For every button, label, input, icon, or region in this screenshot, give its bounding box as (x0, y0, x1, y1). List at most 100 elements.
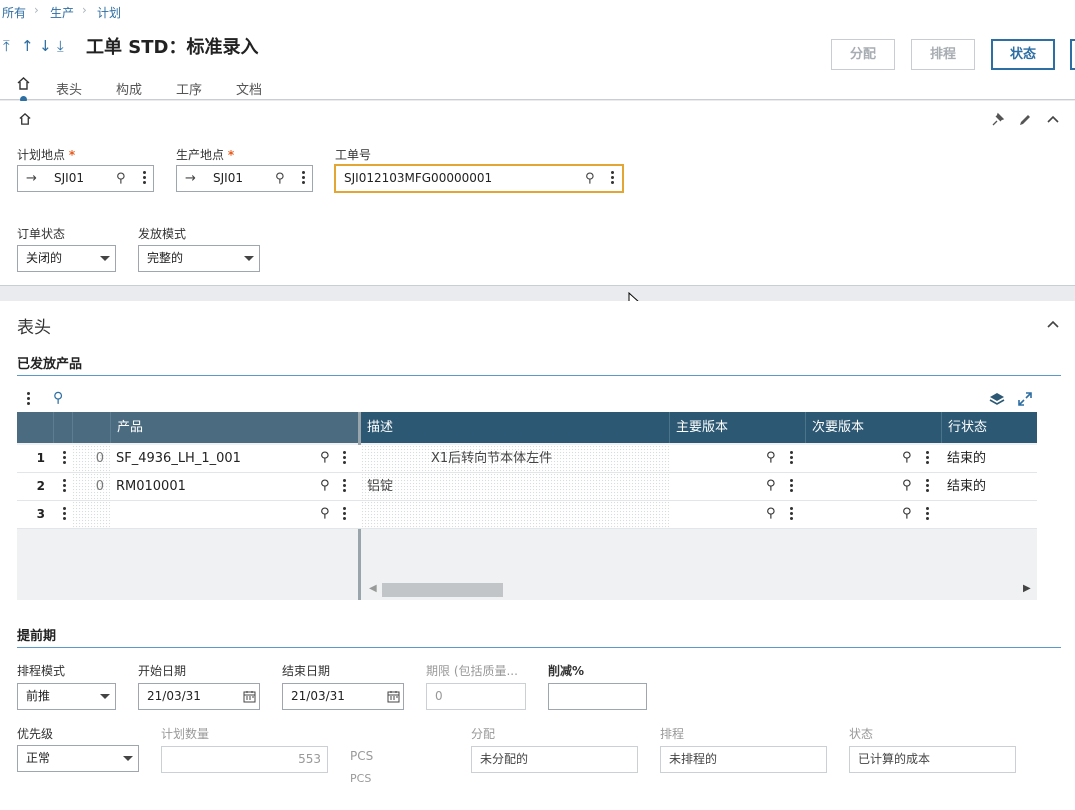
grid-header-num (17, 412, 53, 443)
search-icon[interactable]: ⚲ (585, 166, 595, 191)
more-options-icon[interactable] (790, 451, 793, 466)
row-menu-icon[interactable] (63, 479, 66, 494)
last-record-icon[interactable]: ⤓ (57, 37, 64, 55)
section-title: 表头 (17, 318, 51, 338)
reduction-label: 削减% (548, 664, 585, 678)
row-qty (72, 501, 110, 528)
work-order-label: 工单号 (335, 148, 372, 162)
previous-record-icon[interactable]: ↑ (21, 37, 34, 55)
next-record-icon[interactable]: ↓ (39, 37, 52, 55)
search-icon[interactable]: ⚲ (902, 506, 912, 521)
column-header-product[interactable]: 产品 (110, 412, 358, 443)
chevron-down-icon (244, 256, 254, 261)
home-icon[interactable] (16, 76, 31, 91)
search-icon[interactable]: ⚲ (275, 166, 285, 191)
product-value: SF_4936_LH_1_001 (116, 451, 241, 466)
tab-composition[interactable]: 构成 (116, 79, 142, 98)
released-products-grid: 产品 描述 主要版本 次要版本 行状态 1 0 SF_4936_LH_1_001… (17, 412, 1037, 600)
calendar-icon[interactable] (387, 690, 400, 703)
order-status-select[interactable]: 关闭的 (17, 245, 116, 272)
plan-qty-unit: PCS (350, 749, 374, 763)
release-mode-select[interactable]: 完整的 (138, 245, 260, 272)
layers-icon[interactable] (989, 391, 1005, 407)
chevron-down-icon (100, 694, 110, 699)
plan-site-field[interactable]: → SJI01 ⚲ (17, 165, 154, 192)
prod-site-value: SJI01 (213, 171, 243, 185)
breadcrumb-item-production[interactable]: 生产 (50, 4, 74, 21)
pencil-icon[interactable] (1018, 112, 1033, 127)
search-icon[interactable]: ⚲ (766, 478, 776, 493)
more-options-icon[interactable] (790, 507, 793, 522)
tab-documents[interactable]: 文档 (236, 79, 262, 98)
scroll-left-icon[interactable]: ◀ (369, 583, 377, 594)
column-header-major-version[interactable]: 主要版本 (669, 412, 805, 443)
order-status-label: 订单状态 (17, 227, 66, 241)
arrow-right-icon[interactable]: → (185, 166, 196, 191)
more-options-icon[interactable] (343, 507, 346, 522)
required-marker: * (227, 148, 235, 162)
more-actions-button[interactable] (1070, 39, 1075, 70)
search-icon[interactable]: ⚲ (766, 506, 776, 521)
expand-icon[interactable] (1017, 391, 1033, 407)
scheduling-field: 未排程的 (660, 746, 827, 773)
breadcrumb-item-planning[interactable]: 计划 (97, 4, 121, 21)
priority-select[interactable]: 正常 (17, 745, 139, 772)
sched-mode-select[interactable]: 前推 (17, 683, 116, 710)
search-icon[interactable]: ⚲ (53, 390, 63, 406)
column-header-description[interactable]: 描述 (361, 412, 669, 443)
grid-menu-icon[interactable] (27, 392, 30, 407)
lead-time-title: 提前期 (17, 629, 57, 644)
column-header-line-status[interactable]: 行状态 (941, 412, 1037, 443)
sched-mode-value: 前推 (26, 689, 51, 703)
search-icon[interactable]: ⚲ (902, 478, 912, 493)
more-options-icon[interactable] (611, 171, 614, 186)
table-row[interactable]: 1 0 SF_4936_LH_1_001 ⚲ X1后转向节本体左件 ⚲ ⚲ 结束… (17, 445, 1037, 473)
end-date-field[interactable]: 21/03/31 (282, 683, 404, 710)
first-record-icon[interactable]: ⤒ (3, 37, 10, 55)
table-row[interactable]: 3 ⚲ ⚲ ⚲ (17, 501, 1037, 529)
work-order-field[interactable]: SJI012103MFG00000001 ⚲ (334, 164, 624, 193)
horizontal-scrollbar[interactable]: ◀ ▶ (361, 580, 1037, 600)
table-row[interactable]: 2 0 RM010001 ⚲ 铝锭 ⚲ ⚲ 结束的 (17, 473, 1037, 501)
arrow-right-icon[interactable]: → (26, 166, 37, 191)
more-options-icon[interactable] (926, 507, 929, 522)
search-icon[interactable]: ⚲ (320, 478, 330, 493)
allocate-button[interactable]: 分配 (831, 39, 895, 70)
search-icon[interactable]: ⚲ (116, 166, 126, 191)
row-menu-icon[interactable] (63, 507, 66, 522)
breadcrumb-item-all[interactable]: 所有 (2, 4, 26, 21)
more-options-icon[interactable] (302, 171, 305, 186)
more-options-icon[interactable] (343, 479, 346, 494)
row-menu-icon[interactable] (63, 451, 66, 466)
scroll-right-icon[interactable]: ▶ (1023, 583, 1031, 594)
search-icon[interactable]: ⚲ (766, 450, 776, 465)
calendar-icon[interactable] (243, 690, 256, 703)
line-status-cell: 结束的 (947, 479, 987, 494)
start-date-field[interactable]: 21/03/31 (138, 683, 260, 710)
search-icon[interactable]: ⚲ (902, 450, 912, 465)
status-button[interactable]: 状态 (991, 39, 1055, 70)
chevron-up-icon[interactable] (1046, 319, 1060, 329)
search-icon[interactable]: ⚲ (320, 450, 330, 465)
pin-icon[interactable] (990, 112, 1005, 127)
more-options-icon[interactable] (926, 479, 929, 494)
row-number: 3 (36, 507, 45, 521)
plan-site-label-text: 计划地点 (17, 148, 66, 162)
search-icon[interactable]: ⚲ (320, 506, 330, 521)
more-options-icon[interactable] (343, 451, 346, 466)
prod-site-field[interactable]: → SJI01 ⚲ (176, 165, 313, 192)
schedule-button[interactable]: 排程 (911, 39, 975, 70)
end-date-value: 21/03/31 (291, 689, 345, 703)
chevron-up-icon[interactable] (1046, 114, 1060, 124)
more-options-icon[interactable] (790, 479, 793, 494)
release-mode-value: 完整的 (147, 251, 184, 265)
more-options-icon[interactable] (143, 171, 146, 186)
tab-header[interactable]: 表头 (56, 79, 82, 98)
row-qty: 0 (72, 445, 110, 472)
column-header-minor-version[interactable]: 次要版本 (805, 412, 941, 443)
tab-operations[interactable]: 工序 (176, 79, 202, 98)
description-cell: X1后转向节本体左件 (361, 445, 669, 472)
more-options-icon[interactable] (926, 451, 929, 466)
scrollbar-thumb[interactable] (382, 583, 503, 597)
reduction-field[interactable] (548, 683, 647, 710)
